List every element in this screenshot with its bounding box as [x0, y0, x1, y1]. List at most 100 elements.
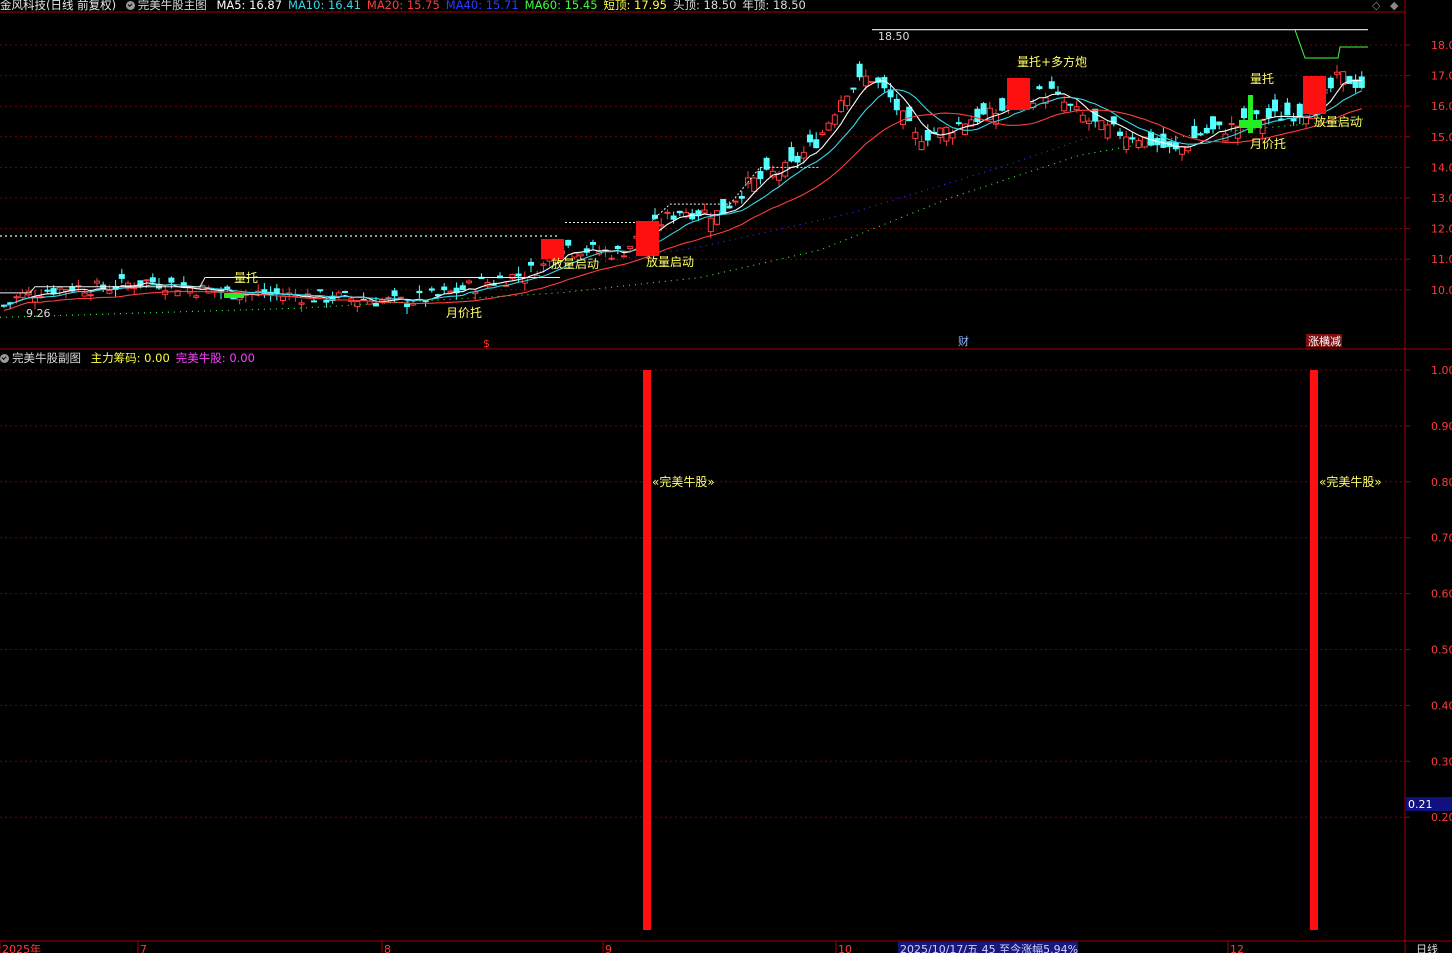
candle-down [1160, 133, 1167, 148]
signal-bar-label: «完美牛股» [1319, 474, 1382, 489]
indicator-value: 完美牛股: 0.00 [175, 351, 255, 365]
sub-indicator-name[interactable]: 完美牛股副图 [0, 351, 85, 365]
x-axis-label: 7 [140, 943, 147, 953]
signal-box [541, 239, 564, 259]
candle-up [949, 132, 956, 139]
price-tick-label: 16.00 [1431, 100, 1452, 113]
candle-up [658, 224, 665, 227]
candle-up [819, 132, 826, 135]
candle-down [1191, 125, 1198, 139]
candle-down [317, 289, 324, 292]
indicator-value: 短顶: 17.95 [603, 0, 667, 12]
x-axis-label: 9 [605, 943, 612, 953]
candle-down [428, 288, 435, 291]
candle-up [838, 100, 844, 113]
sub-chart-header: 完美牛股副图 主力筹码: 0.00 完美牛股: 0.00 [0, 351, 267, 365]
ma10-line [3, 89, 1363, 307]
candle-up [94, 280, 100, 284]
candle-down [738, 196, 745, 199]
x-axis-label: 10 [838, 943, 852, 953]
dropdown-check-icon[interactable] [0, 354, 9, 363]
candle-up [509, 273, 516, 280]
candle-down [342, 290, 348, 293]
candle-down [614, 246, 621, 250]
price-tick-label: 18.00 [1431, 39, 1452, 52]
candle-up [19, 292, 26, 298]
candle-down [1290, 118, 1297, 122]
ma5-line [3, 79, 1362, 307]
expand-icon[interactable]: ◇ [1372, 0, 1380, 12]
zoom-icon[interactable]: ◆ [1390, 0, 1398, 12]
candle-down [1055, 91, 1061, 94]
candle-up [608, 257, 615, 260]
candle-down [515, 273, 522, 277]
event-marker: 财 [958, 334, 969, 348]
indicator-value: 主力筹码: 0.00 [90, 351, 170, 365]
main-indicator-name[interactable]: 完美牛股主图 [125, 0, 211, 12]
signal-annotation: 量托+多方炮 [1017, 54, 1087, 69]
candle-up [862, 75, 869, 87]
candle-down [670, 215, 677, 220]
candle-up [844, 95, 851, 106]
candle-down [813, 139, 820, 149]
price-tick-label: 14.00 [1431, 161, 1452, 174]
candle-down [323, 299, 330, 303]
candle-up [298, 302, 305, 305]
signal-annotation: 量托 [234, 271, 258, 285]
candle-up [707, 217, 714, 233]
candle-down [1216, 121, 1223, 126]
sub-tick-label: 0.40 [1431, 699, 1452, 712]
signal-bar [1310, 370, 1318, 930]
candle-up [56, 286, 63, 290]
indicator-value: 年顶: 18.50 [742, 0, 806, 12]
candle-up [106, 289, 113, 294]
price-tick-label: 11.00 [1431, 253, 1452, 266]
candle-up [751, 177, 758, 192]
candle-down [757, 171, 764, 180]
candle-down [850, 87, 857, 90]
event-marker: $ [483, 337, 490, 350]
low-price-label: 9.26 [26, 307, 51, 320]
chart-canvas[interactable]: 18.00 17.00 16.00 15.00 14.00 13.00 12.00 11.00… [0, 0, 1452, 953]
candle-down [807, 134, 813, 143]
candle-down [224, 286, 231, 290]
candle-down [726, 205, 733, 209]
signal-annotation: 月价托 [446, 306, 482, 320]
sub-tick-label: 0.80 [1431, 476, 1452, 489]
candle-down [1197, 133, 1204, 136]
signal-bar-label: «完美牛股» [652, 474, 715, 489]
sub-tick-label: 0.70 [1431, 532, 1452, 545]
candle-up [335, 292, 342, 297]
candle-up [354, 300, 361, 307]
candle-down [1272, 99, 1278, 112]
sub-tick-label: 0.90 [1431, 420, 1452, 433]
candle-down [1346, 76, 1353, 85]
volume-support-mark [224, 293, 244, 298]
candle-up [1098, 120, 1105, 131]
candle-down [676, 210, 683, 214]
candle-up [732, 200, 739, 203]
info-bar-text: 2025/10/17/五 45 至今涨幅5.94% [900, 942, 1078, 953]
candle-up [193, 295, 200, 298]
candle-down [955, 122, 962, 125]
candle-down [50, 288, 57, 295]
candle-down [565, 239, 572, 246]
candle-up [937, 127, 944, 138]
candle-down [590, 242, 596, 245]
stock-title[interactable]: 金风科技(日线 前复权) [0, 0, 116, 12]
sub-tick-label: 0.30 [1431, 755, 1452, 768]
candle-up [1086, 120, 1092, 125]
candle-down [404, 303, 410, 308]
candle-up [664, 211, 671, 214]
candle-down [999, 98, 1006, 111]
candle-up [714, 210, 720, 225]
price-tick-label: 17.00 [1431, 70, 1452, 83]
candle-up [13, 296, 20, 299]
candle-down [794, 155, 801, 163]
candle-down [1117, 131, 1123, 136]
candle-down [856, 63, 863, 78]
dropdown-check-icon[interactable] [125, 1, 135, 10]
signal-box [1303, 76, 1326, 114]
price-tick-label: 12.00 [1431, 223, 1452, 236]
signal-bar [643, 370, 651, 930]
